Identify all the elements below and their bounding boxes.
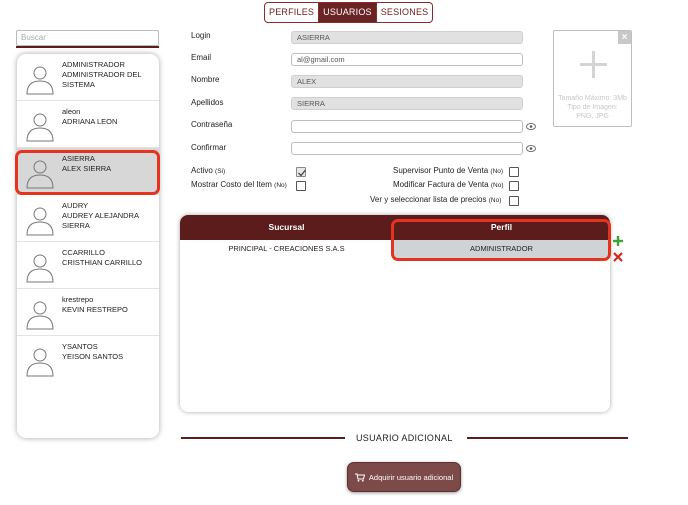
password-field[interactable] xyxy=(291,120,523,133)
table-header: Sucursal Perfil xyxy=(180,215,610,240)
confirm-password-field[interactable] xyxy=(291,142,523,155)
mostrar-costo-text: Mostrar Costo del Item xyxy=(191,180,272,189)
user-login: ADMINISTRADOR xyxy=(62,60,125,69)
branch-profile-table: Sucursal Perfil PRINCIPAL - CREACIONES S… xyxy=(180,215,610,412)
table-row[interactable]: PRINCIPAL - CREACIONES S.A.S ADMINISTRAD… xyxy=(180,240,610,258)
mostrar-costo-label: Mostrar Costo del Item (No) xyxy=(191,180,287,189)
add-icon[interactable] xyxy=(613,236,623,246)
tab-sesiones[interactable]: SESIONES xyxy=(375,3,433,22)
user-name: AUDREY ALEJANDRA SIERRA xyxy=(62,211,139,230)
supervisor-text: Supervisor Punto de Venta xyxy=(393,166,489,175)
cart-icon xyxy=(354,473,365,482)
user-avatar-icon xyxy=(26,301,54,330)
ver-lista-hint: (No) xyxy=(488,197,502,204)
user-avatar-icon xyxy=(26,207,54,236)
contrasena-label: Contraseña xyxy=(191,120,233,129)
upload-hint-size: Tamaño Máximo: 3Mb xyxy=(558,95,627,102)
tab-perfiles[interactable]: PERFILES xyxy=(265,3,318,22)
buy-button-label: Adquirir usuario adicional xyxy=(368,472,454,482)
eye-icon[interactable] xyxy=(526,123,536,130)
user-avatar-icon xyxy=(26,160,54,189)
cell-perfil[interactable]: ADMINISTRADOR xyxy=(393,240,610,258)
user-avatar-icon xyxy=(26,66,54,95)
eye-icon[interactable] xyxy=(526,145,536,152)
modificar-factura-hint: (No) xyxy=(490,182,504,189)
user-list: ADMINISTRADOR ADMINISTRADOR DEL SISTEMA a… xyxy=(17,54,159,438)
user-login: CCARRILLO xyxy=(62,248,105,257)
buy-additional-user-button[interactable]: Adquirir usuario adicional xyxy=(347,462,461,492)
cell-sucursal: PRINCIPAL - CREACIONES S.A.S xyxy=(228,244,345,253)
ver-lista-checkbox[interactable] xyxy=(509,196,519,206)
search-input[interactable]: Buscar xyxy=(16,30,159,46)
login-field[interactable]: ASIERRA xyxy=(291,31,523,44)
supervisor-hint: (No) xyxy=(490,168,504,175)
user-login: aleon xyxy=(62,107,81,116)
check-icon xyxy=(298,169,307,177)
activo-text: Activo xyxy=(191,166,213,175)
apellidos-label: Apellidos xyxy=(191,98,224,107)
ver-lista-label: Ver y seleccionar lista de precios (No) xyxy=(370,195,501,204)
user-avatar-icon xyxy=(26,348,54,377)
list-item[interactable]: CCARRILLO CRISTHIAN CARRILLO xyxy=(17,242,159,289)
divider-left xyxy=(181,437,345,439)
image-upload[interactable]: × Tamaño Máximo: 3Mb Tipo de Imagen: PNG… xyxy=(553,30,632,127)
user-name: ADMINISTRADOR DEL SISTEMA xyxy=(62,70,142,89)
list-item-selected[interactable]: ASIERRA ALEX SIERRA xyxy=(17,148,159,195)
user-name: YEISON SANTOS xyxy=(62,352,124,361)
ver-lista-text: Ver y seleccionar lista de precios xyxy=(370,195,487,204)
activo-hint: (Si) xyxy=(215,168,226,175)
upload-hint: Tamaño Máximo: 3Mb Tipo de Imagen: PNG, … xyxy=(554,94,631,121)
confirmar-label: Confirmar xyxy=(191,143,227,152)
user-avatar-icon xyxy=(26,113,54,142)
user-name: KEVIN RESTREPO xyxy=(62,305,128,314)
apellidos-field[interactable]: SIERRA xyxy=(291,97,523,110)
modificar-factura-label: Modificar Factura de Venta (No) xyxy=(393,180,503,189)
list-item[interactable]: ADMINISTRADOR ADMINISTRADOR DEL SISTEMA xyxy=(17,54,159,101)
user-login: ASIERRA xyxy=(62,154,95,163)
user-login: AUDRY xyxy=(62,201,89,210)
modificar-factura-checkbox[interactable] xyxy=(509,181,519,191)
activo-checkbox[interactable] xyxy=(296,167,307,177)
activo-label: Activo (Si) xyxy=(191,166,225,175)
header-perfil: Perfil xyxy=(490,222,513,232)
plus-icon xyxy=(580,51,607,78)
additional-user-title: USUARIO ADICIONAL xyxy=(356,433,453,443)
user-name: ALEX SIERRA xyxy=(62,164,112,173)
upload-hint-formats: PNG, JPG xyxy=(576,113,609,120)
divider-right xyxy=(467,437,628,439)
mostrar-costo-checkbox[interactable] xyxy=(296,181,306,191)
login-label: Login xyxy=(191,31,211,40)
user-name: ADRIANA LEON xyxy=(62,117,118,126)
modificar-factura-text: Modificar Factura de Venta xyxy=(393,180,489,189)
mostrar-costo-hint: (No) xyxy=(274,182,287,189)
list-item[interactable]: YSANTOS YEISON SANTOS xyxy=(17,336,159,383)
search-underline xyxy=(16,46,159,48)
remove-icon[interactable] xyxy=(613,252,623,262)
email-label: Email xyxy=(191,53,212,62)
tab-usuarios[interactable]: USUARIOS xyxy=(318,3,376,22)
supervisor-label: Supervisor Punto de Venta (No) xyxy=(393,166,503,175)
list-item[interactable]: aleon ADRIANA LEON xyxy=(17,101,159,148)
list-item[interactable]: krestrepo KEVIN RESTREPO xyxy=(17,289,159,336)
user-login: YSANTOS xyxy=(62,342,98,351)
close-icon[interactable]: × xyxy=(618,31,631,44)
user-name: CRISTHIAN CARRILLO xyxy=(62,258,143,267)
supervisor-checkbox[interactable] xyxy=(509,167,519,177)
user-login: krestrepo xyxy=(62,295,94,304)
upload-hint-type: Tipo de Imagen: xyxy=(567,104,618,111)
top-tabs: PERFILES USUARIOS SESIONES xyxy=(264,2,434,23)
nombre-label: Nombre xyxy=(191,75,220,84)
email-field[interactable]: al@gmail.com xyxy=(291,53,523,66)
header-sucursal: Sucursal xyxy=(268,222,305,232)
nombre-field[interactable]: ALEX xyxy=(291,75,523,88)
list-item[interactable]: AUDRY AUDREY ALEJANDRA SIERRA xyxy=(17,195,159,242)
user-avatar-icon xyxy=(26,254,54,283)
